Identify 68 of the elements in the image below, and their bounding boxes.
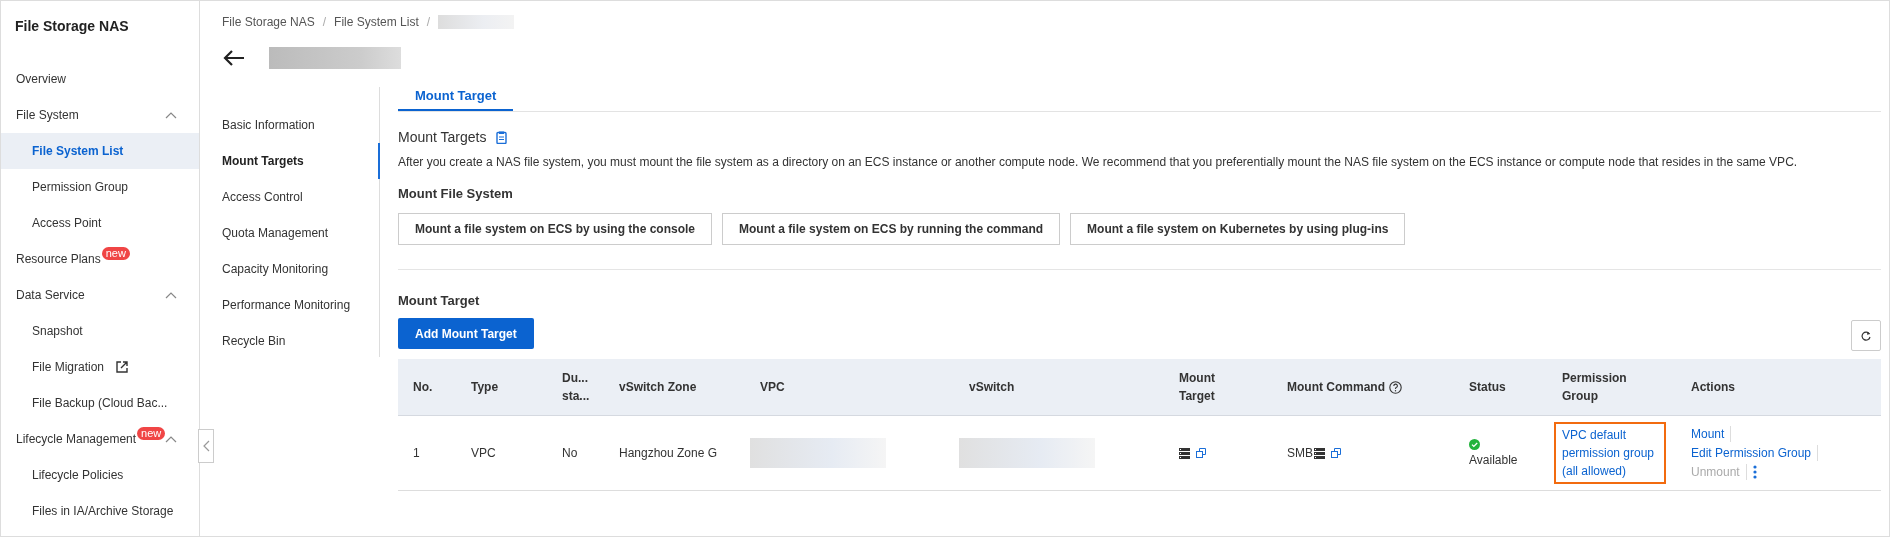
sidebar-item[interactable]: Resource Plans new (1, 241, 199, 277)
column-header: vSwitch (969, 379, 1015, 396)
status-text: Available (1469, 453, 1518, 467)
table-cell: Hangzhou Zone G (619, 446, 718, 460)
subnav-item[interactable]: Basic Information (222, 107, 380, 143)
subnav-item[interactable]: Capacity Monitoring (222, 251, 380, 287)
section-title: Mount Targets (398, 129, 487, 145)
column-header: Actions (1691, 379, 1735, 396)
section-subtitle: Mount File System (398, 186, 514, 201)
sidebar-title: File Storage NAS (14, 17, 130, 36)
description-text: After you create a NAS file system, you must mount the file system as a directory on an ECS instance or another compute node. We recommend that you preferentially mount the NAS file system on the ECS instance or compute node that resides in the same VPC. (398, 155, 1799, 169)
mount-guide-button[interactable]: Mount a file system on ECS by running the command (722, 213, 1061, 245)
back-arrow-icon (223, 50, 245, 66)
table-cell: 1 (413, 446, 420, 460)
sidebar-item[interactable]: Access Point (1, 205, 199, 241)
breadcrumb-separator: / (426, 15, 431, 29)
new-badge: new (137, 426, 166, 440)
sidebar-item[interactable]: File System List (1, 133, 199, 169)
subnav-item[interactable]: Mount Targets (222, 143, 380, 179)
sidebar-item[interactable]: Data Service (1, 277, 199, 313)
column-header: Permission Group (1562, 370, 1628, 405)
column-header: Mount Command (1287, 379, 1385, 396)
sidebar-item[interactable]: Snapshot (1, 313, 199, 349)
column-header: Mount Target (1179, 370, 1216, 405)
server-icon (1179, 447, 1190, 459)
sidebar-item[interactable]: File Backup (Cloud Bac... (1, 385, 199, 421)
mount-guide-button[interactable]: Mount a file system on ECS by using the console (398, 213, 713, 245)
column-header: Du... sta... (562, 370, 590, 405)
table-cell: No (562, 446, 578, 460)
subnav-item[interactable]: Performance Monitoring (222, 287, 380, 323)
permission-group-link[interactable]: VPC default permission group (all allowed) (1554, 422, 1666, 484)
column-header: No. (413, 379, 433, 396)
breadcrumb-separator: / (322, 15, 327, 29)
table-cell: VPC (471, 446, 496, 460)
check-circle-icon (1469, 439, 1480, 450)
column-header: Type (471, 379, 499, 396)
subnav-item[interactable]: Quota Management (222, 215, 380, 251)
sidebar-item[interactable]: Lifecycle Management new (1, 421, 199, 457)
column-header: VPC (760, 379, 785, 396)
sidebar-item[interactable]: File System (1, 97, 199, 133)
clipboard-icon (496, 130, 508, 144)
mount-guide-button[interactable]: Mount a file system on Kubernetes by using plug-ins (1070, 213, 1406, 245)
table-cell: SMB (1287, 446, 1313, 460)
subnav-item[interactable]: Recycle Bin (222, 323, 380, 359)
chevron-left-icon (202, 440, 210, 452)
breadcrumb-link[interactable]: File Storage NAS (222, 15, 315, 29)
collapse-handle[interactable] (198, 429, 214, 463)
section-subtitle: Mount Target (398, 293, 481, 308)
copy-icon (1331, 448, 1341, 458)
action-link[interactable]: Mount (1691, 426, 1732, 442)
new-badge: new (101, 246, 130, 260)
column-header: vSwitch Zone (619, 379, 697, 396)
server-icon (1314, 447, 1325, 459)
copy-icon (1196, 448, 1206, 458)
more-icon (1752, 465, 1757, 479)
subnav-item[interactable]: Access Control (222, 179, 380, 215)
sidebar-item[interactable]: Files in IA/Archive Storage (1, 493, 199, 529)
refresh-icon (1861, 330, 1871, 341)
breadcrumb-link[interactable]: File System List (334, 15, 419, 29)
tab[interactable]: Mount Target (398, 83, 514, 111)
add-mount-target-button[interactable]: Add Mount Target (398, 318, 534, 349)
sidebar-item[interactable]: Lifecycle Policies (1, 457, 199, 493)
sidebar-item[interactable]: Overview (1, 61, 199, 97)
action-link[interactable]: Edit Permission Group (1691, 445, 1819, 461)
refresh-button[interactable] (1851, 320, 1881, 351)
sidebar-item[interactable]: Permission Group (1, 169, 199, 205)
column-header: Status (1469, 379, 1506, 396)
sidebar-item[interactable]: File Migration (1, 349, 199, 385)
